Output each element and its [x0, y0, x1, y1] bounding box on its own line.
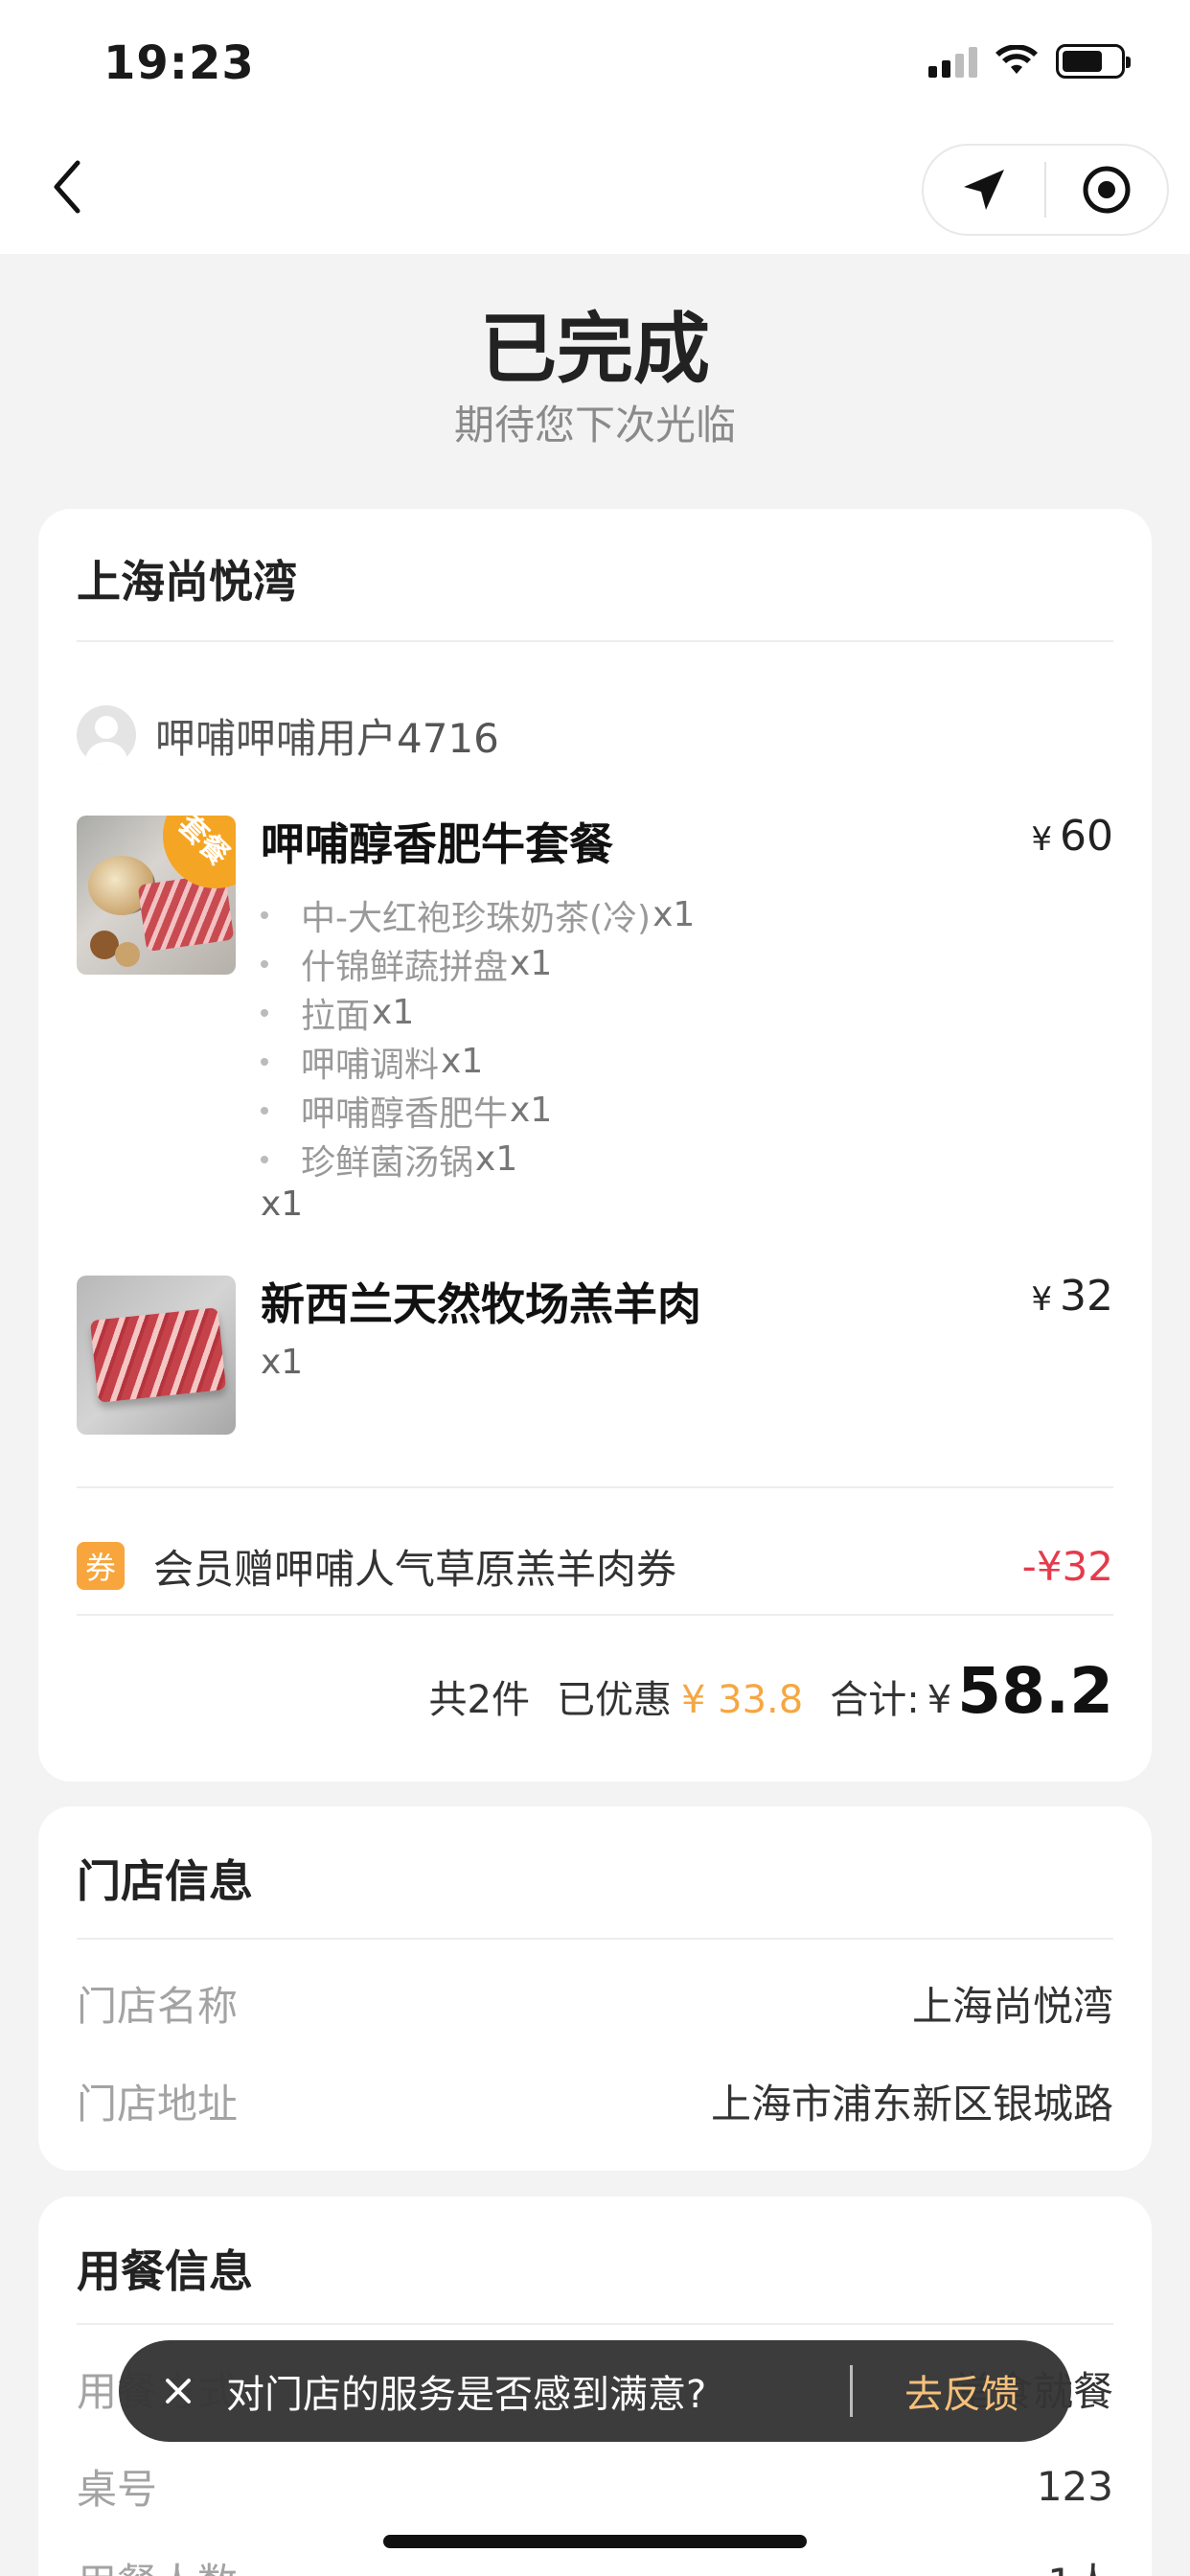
- close-icon: [166, 2379, 191, 2404]
- item-image: 套餐: [77, 816, 236, 975]
- divider: [77, 1486, 1113, 1488]
- info-value: 1人: [1047, 2551, 1113, 2576]
- home-indicator: [383, 2535, 807, 2548]
- total-amount: 58.2: [957, 1654, 1113, 1728]
- location-button[interactable]: [924, 146, 1044, 234]
- sub-item: 什锦鲜蔬拼盘 x1: [261, 939, 695, 988]
- feedback-toast: 对门店的服务是否感到满意? 去反馈: [119, 2340, 1071, 2442]
- avatar: [77, 705, 136, 765]
- meal-info-title: 用餐信息: [77, 2245, 253, 2297]
- toast-close-button[interactable]: [130, 2340, 226, 2442]
- feedback-button[interactable]: 去反馈: [904, 2363, 1019, 2419]
- close-mini-program-button[interactable]: [1046, 146, 1167, 234]
- discount-label: 已优惠: [556, 1678, 672, 1722]
- divider: [77, 2323, 1113, 2325]
- top-bar: 19:23: [0, 0, 1190, 254]
- store-info-card: 门店信息 门店名称 上海尚悦湾 门店地址 上海市浦东新区银城路: [38, 1806, 1152, 2171]
- item-price: ¥32: [1031, 1272, 1113, 1321]
- chevron-left-icon: [54, 160, 80, 214]
- total-label: 合计:: [830, 1678, 920, 1722]
- coupon-row: 券 会员赠呷哺人气草原羔羊肉券 -¥32: [77, 1513, 1113, 1619]
- info-row-store-address[interactable]: 门店地址 上海市浦东新区银城路: [77, 2072, 1113, 2129]
- info-row-table-number: 桌号 123: [77, 2457, 1113, 2515]
- order-item[interactable]: 套餐 呷哺醇香肥牛套餐 ¥60 中-大红袍珍珠奶茶(冷) x1 什锦鲜蔬拼盘 x1 …: [77, 812, 1113, 1224]
- order-status-subtitle: 期待您下次光临: [453, 402, 736, 448]
- coupon-icon: 券: [77, 1542, 125, 1590]
- item-quantity: x1: [261, 1184, 304, 1224]
- sub-item: 呷哺醇香肥牛 x1: [261, 1086, 695, 1135]
- info-label: 门店地址: [77, 2080, 239, 2128]
- coupon-amount: -¥32: [1021, 1542, 1113, 1590]
- info-label: 桌号: [77, 2465, 158, 2513]
- mini-program-capsule: [922, 144, 1169, 236]
- set-meal-contents: 中-大红袍珍珠奶茶(冷) x1 什锦鲜蔬拼盘 x1 拉面 x1 呷哺调料 x1 呷哺醇香…: [261, 890, 695, 1184]
- order-card: 上海尚悦湾 呷哺呷哺用户4716 套餐 呷哺醇香肥牛套餐 ¥60 中-大红袍珍珠…: [38, 509, 1152, 1782]
- info-label: 门店名称: [77, 1982, 239, 2030]
- wifi-icon: [995, 45, 1038, 74]
- sub-item: 珍鲜菌汤锅 x1: [261, 1135, 695, 1184]
- total-currency: ¥: [927, 1678, 952, 1722]
- info-value: 上海尚悦湾: [911, 1982, 1113, 2030]
- user-row: 呷哺呷哺用户4716: [77, 705, 499, 765]
- divider: [77, 640, 1113, 642]
- sub-item: 中-大红袍珍珠奶茶(冷) x1: [261, 890, 695, 939]
- order-store-name: 上海尚悦湾: [77, 556, 297, 608]
- sub-item: 拉面 x1: [261, 988, 695, 1037]
- item-count: 共2件: [428, 1678, 530, 1722]
- status-time: 19:23: [103, 36, 255, 90]
- divider: [77, 1614, 1113, 1616]
- item-quantity: x1: [261, 1343, 304, 1382]
- order-status-title: 已完成: [480, 305, 710, 394]
- order-item[interactable]: 新西兰天然牧场羔羊肉 ¥32 x1: [77, 1272, 1113, 1438]
- discount-value: ¥ 33.8: [680, 1678, 804, 1722]
- cellular-signal-icon: [928, 45, 977, 78]
- navigation-arrow-icon: [964, 170, 1004, 210]
- target-circle-icon: [1083, 166, 1131, 214]
- item-price: ¥60: [1031, 812, 1113, 861]
- coupon-text: 会员赠呷哺人气草原羔羊肉券: [153, 1545, 677, 1593]
- user-name: 呷哺呷哺用户4716: [155, 714, 499, 762]
- order-summary: 共2件 已优惠 ¥ 33.8 合计: ¥ 58.2: [429, 1654, 1113, 1728]
- status-icons: [928, 44, 1131, 79]
- item-image: [77, 1276, 236, 1435]
- item-name: 新西兰天然牧场羔羊肉: [261, 1278, 701, 1330]
- info-value: 123: [1036, 2462, 1113, 2510]
- battery-icon: [1056, 44, 1131, 79]
- info-value: 上海市浦东新区银城路: [710, 2080, 1113, 2128]
- divider: [77, 1938, 1113, 1940]
- info-row-store-name: 门店名称 上海尚悦湾: [77, 1974, 1113, 2032]
- item-name: 呷哺醇香肥牛套餐: [261, 818, 613, 870]
- sub-item: 呷哺调料 x1: [261, 1037, 695, 1086]
- info-label: 用餐人数: [77, 2551, 238, 2576]
- info-row-party-size: 用餐人数 1人: [77, 2551, 1113, 2576]
- store-info-title: 门店信息: [77, 1855, 253, 1907]
- toast-message: 对门店的服务是否感到满意?: [226, 2373, 707, 2417]
- back-button[interactable]: [42, 153, 90, 220]
